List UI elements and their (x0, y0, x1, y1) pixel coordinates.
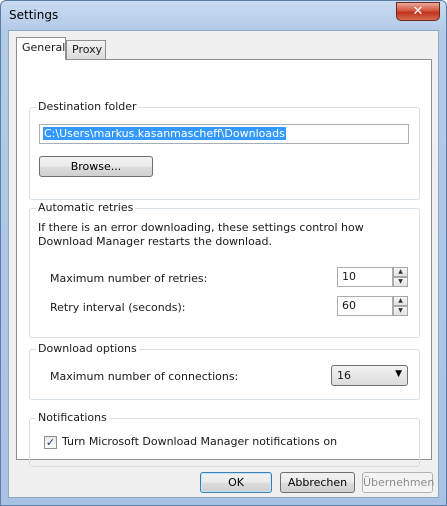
max-retries-up-arrow-icon[interactable]: ▲ (393, 267, 408, 277)
destination-path-value: C:\Users\markus.kasanmascheff\Downloads (43, 127, 286, 140)
retry-interval-label: Retry interval (seconds): (50, 301, 186, 314)
download-options-heading: Download options (36, 342, 139, 355)
notifications-checkbox-label[interactable]: Turn Microsoft Download Manager notifica… (62, 435, 337, 448)
checkmark-icon: ✓ (45, 436, 56, 449)
notifications-heading: Notifications (36, 411, 109, 424)
retry-interval-stepper: 60 ▲ ▼ (337, 296, 408, 316)
automatic-retries-heading: Automatic retries (36, 201, 136, 214)
max-connections-value: 16 (337, 369, 351, 382)
general-tab-panel: Destination folder C:\Users\markus.kasan… (16, 59, 432, 467)
max-retries-input[interactable]: 10 (337, 267, 393, 287)
tab-proxy-label: Proxy (72, 43, 103, 56)
ok-button[interactable]: OK (200, 472, 272, 493)
retry-interval-up-arrow-icon[interactable]: ▲ (393, 296, 408, 306)
title-bar[interactable]: Settings ✕ (1, 1, 446, 29)
retry-interval-down-arrow-icon[interactable]: ▼ (393, 306, 408, 316)
max-retries-down-arrow-icon[interactable]: ▼ (393, 277, 408, 287)
max-retries-stepper: 10 ▲ ▼ (337, 267, 408, 287)
destination-path-input[interactable]: C:\Users\markus.kasanmascheff\Downloads (39, 124, 409, 144)
download-options-group: Download options Maximum number of conne… (29, 342, 420, 400)
close-icon: ✕ (412, 4, 424, 19)
max-connections-select[interactable]: 16 ▼ (331, 365, 408, 386)
retries-description: If there is an error downloading, these … (38, 221, 364, 248)
settings-window: Settings ✕ General Proxy Destination fol… (0, 0, 447, 506)
destination-folder-heading: Destination folder (36, 100, 139, 113)
cancel-button[interactable]: Abbrechen (280, 472, 355, 493)
max-retries-label: Maximum number of retries: (50, 272, 208, 285)
retry-interval-input[interactable]: 60 (337, 296, 393, 316)
tab-proxy[interactable]: Proxy (66, 40, 106, 59)
window-title: Settings (9, 8, 59, 22)
dialog-client-area: General Proxy Destination folder C:\User… (8, 30, 439, 498)
automatic-retries-group: Automatic retries If there is an error d… (29, 201, 420, 338)
close-button[interactable]: ✕ (396, 2, 440, 21)
max-connections-label: Maximum number of connections: (50, 370, 239, 383)
destination-folder-group: Destination folder C:\Users\markus.kasan… (29, 100, 420, 200)
tab-general-label: General (22, 41, 66, 54)
chevron-down-icon: ▼ (395, 369, 402, 379)
notifications-group: Notifications ✓ Turn Microsoft Download … (29, 411, 420, 467)
notifications-checkbox[interactable]: ✓ (44, 436, 57, 449)
tab-general[interactable]: General (16, 37, 66, 60)
apply-button[interactable]: Übernehmen (362, 472, 434, 493)
browse-button[interactable]: Browse... (39, 156, 153, 177)
